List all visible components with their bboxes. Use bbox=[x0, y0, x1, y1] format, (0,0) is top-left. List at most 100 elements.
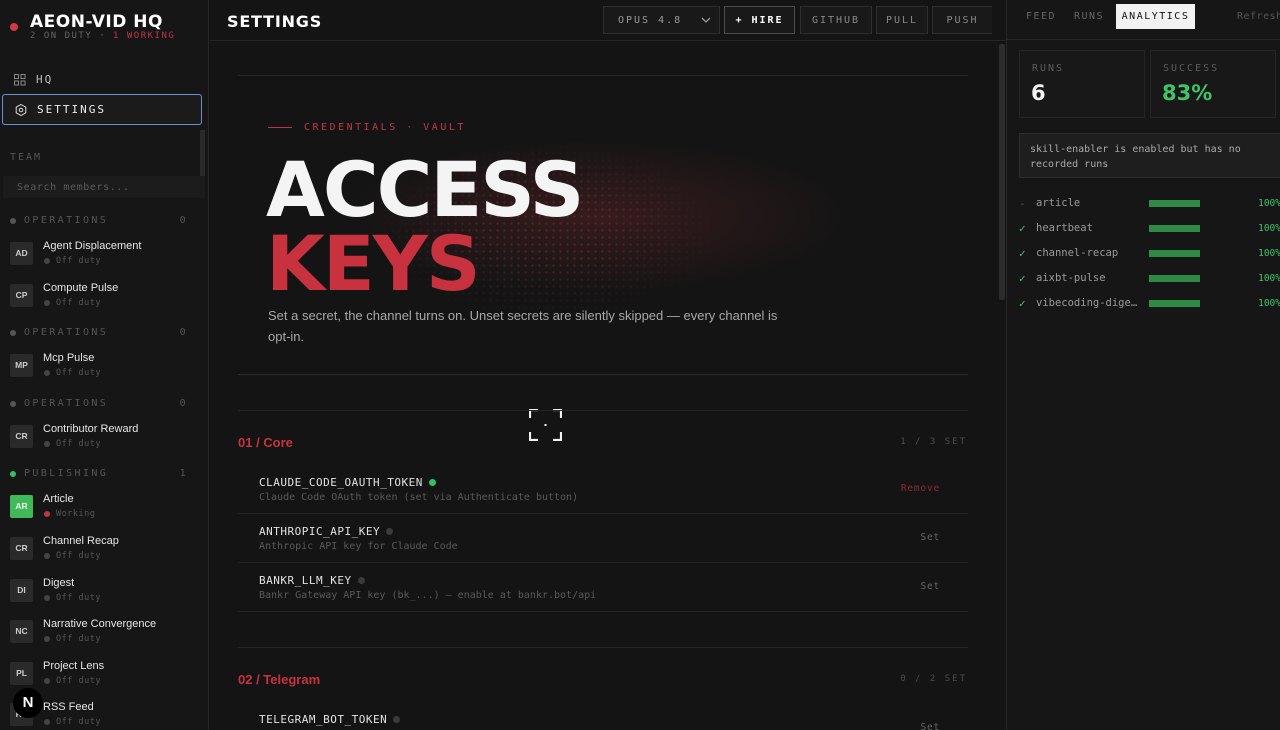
divider bbox=[210, 40, 1005, 41]
sidebar-scrollbar[interactable] bbox=[200, 130, 205, 180]
stat-label: SUCCESS bbox=[1163, 63, 1220, 74]
status-dot bbox=[10, 23, 18, 31]
member-name: Agent Displacement bbox=[43, 240, 142, 252]
section-title: 02 / Telegram bbox=[238, 672, 321, 687]
avatar: MP bbox=[10, 354, 33, 377]
duty-summary: 2 ON DUTY · 1 WORKING bbox=[30, 31, 176, 41]
group-name: OPERATIONS bbox=[24, 327, 109, 338]
success-rate-value: 100% bbox=[1258, 247, 1280, 259]
success-rate-bar bbox=[1149, 249, 1200, 257]
tab-feed[interactable]: FEED bbox=[1022, 4, 1060, 29]
group-status-dot bbox=[10, 217, 16, 224]
skill-row: ✓ channel-recap 100% bbox=[1019, 245, 1280, 261]
member-name: Compute Pulse bbox=[43, 282, 119, 294]
avatar: CR bbox=[10, 537, 33, 560]
nav-hq-label: HQ bbox=[36, 73, 54, 86]
avatar: PL bbox=[10, 662, 33, 685]
skill-name: vibecoding-dige… bbox=[1036, 297, 1138, 309]
main-scrollbar[interactable] bbox=[999, 44, 1005, 300]
member-name: Contributor Reward bbox=[43, 423, 139, 435]
credential-description: Anthropic API key for Claude Code bbox=[259, 541, 458, 552]
nav-hq[interactable]: HQ bbox=[2, 64, 202, 95]
section-set-count: 1 / 3 SET bbox=[900, 437, 967, 447]
divider bbox=[238, 410, 968, 411]
section-set-count: 0 / 2 SET bbox=[900, 674, 967, 684]
check-icon: ✓ bbox=[1019, 271, 1026, 285]
nextjs-badge[interactable]: N bbox=[13, 688, 43, 718]
group-header: OPERATIONS 0 bbox=[10, 398, 188, 409]
group-header: PUBLISHING 1 bbox=[10, 468, 188, 479]
refresh-button[interactable]: Refresh bbox=[1237, 4, 1280, 29]
member-status: Off duty bbox=[44, 676, 101, 686]
on-duty-count: 2 ON DUTY bbox=[30, 31, 93, 41]
member-item[interactable]: CR Channel Recap Off duty bbox=[10, 535, 205, 565]
gear-icon bbox=[15, 103, 27, 116]
group-name: OPERATIONS bbox=[24, 398, 109, 409]
credential-description: Claude Code OAuth token (set via Authent… bbox=[259, 492, 579, 503]
member-item[interactable]: CP Compute Pulse Off duty bbox=[10, 282, 205, 312]
credential-name: ANTHROPIC_API_KEY bbox=[259, 525, 394, 538]
group-header: OPERATIONS 0 bbox=[10, 215, 188, 226]
success-rate-value: 100% bbox=[1258, 222, 1280, 234]
stat-value: 6 bbox=[1031, 81, 1046, 105]
credential-name: TELEGRAM_BOT_TOKEN bbox=[259, 713, 401, 726]
hero-eyebrow: CREDENTIALS · VAULT bbox=[268, 122, 466, 133]
member-name: Narrative Convergence bbox=[43, 618, 157, 630]
set-button[interactable]: Set bbox=[920, 581, 940, 592]
set-button[interactable]: Set bbox=[920, 722, 940, 730]
avatar: CR bbox=[10, 425, 33, 448]
focus-frame-icon[interactable] bbox=[528, 408, 563, 442]
avatar: AD bbox=[10, 242, 33, 265]
member-status: Off duty bbox=[44, 551, 101, 561]
member-item[interactable]: NC Narrative Convergence Off duty bbox=[10, 618, 205, 648]
member-status: Off duty bbox=[44, 256, 101, 266]
nav-settings-label: SETTINGS bbox=[37, 103, 106, 116]
search-members-input[interactable] bbox=[3, 176, 205, 198]
pull-button[interactable]: PULL bbox=[876, 6, 928, 34]
member-item[interactable]: MP Mcp Pulse Off duty bbox=[10, 352, 205, 382]
avatar: AR bbox=[10, 495, 33, 518]
member-item[interactable]: PL Project Lens Off duty bbox=[10, 660, 205, 690]
member-item[interactable]: AD Agent Displacement Off duty bbox=[10, 240, 205, 270]
success-rate-value: 100% bbox=[1258, 272, 1280, 284]
member-item[interactable]: CR Contributor Reward Off duty bbox=[10, 423, 205, 453]
skill-name: heartbeat bbox=[1036, 222, 1093, 234]
set-indicator-dot bbox=[393, 716, 401, 723]
member-item[interactable]: AR Article Working bbox=[10, 493, 205, 523]
notice-message: skill-enabler is enabled but has no reco… bbox=[1019, 133, 1280, 178]
nav-settings[interactable]: SETTINGS bbox=[2, 94, 202, 125]
set-button[interactable]: Set bbox=[920, 532, 940, 543]
divider bbox=[1007, 39, 1280, 40]
brand: AEON-VID HQ bbox=[10, 12, 163, 32]
group-name: PUBLISHING bbox=[24, 468, 109, 479]
success-rate-bar bbox=[1149, 274, 1200, 282]
working-count: 1 WORKING bbox=[113, 31, 176, 41]
check-icon: ✓ bbox=[1019, 246, 1026, 260]
stat-card-runs: RUNS 6 bbox=[1019, 50, 1145, 118]
grid-icon bbox=[14, 73, 26, 86]
hire-button[interactable]: + HIRE bbox=[724, 6, 795, 34]
push-button[interactable]: PUSH bbox=[932, 6, 992, 34]
model-select[interactable]: OPUS 4.8 bbox=[603, 6, 720, 34]
group-count: 0 bbox=[179, 398, 188, 409]
tab-runs[interactable]: RUNS bbox=[1069, 4, 1109, 29]
group-count: 1 bbox=[179, 468, 188, 479]
github-button[interactable]: GITHUB bbox=[800, 6, 872, 34]
group-name: OPERATIONS bbox=[24, 215, 109, 226]
member-status: Off duty bbox=[44, 368, 101, 378]
skill-row: ✓ vibecoding-dige… 100% bbox=[1019, 295, 1280, 311]
stat-value: 83% bbox=[1162, 81, 1213, 105]
set-indicator-dot bbox=[428, 479, 436, 486]
success-rate-bar bbox=[1149, 299, 1200, 307]
section-title: 01 / Core bbox=[238, 435, 293, 450]
member-item[interactable]: DI Digest Off duty bbox=[10, 577, 205, 607]
skill-name: article bbox=[1036, 197, 1081, 209]
remove-button[interactable]: Remove bbox=[901, 483, 940, 494]
sidebar: AEON-VID HQ 2 ON DUTY · 1 WORKING HQ SET… bbox=[0, 0, 209, 730]
member-status: Off duty bbox=[44, 593, 101, 603]
stat-card-success: SUCCESS 83% bbox=[1150, 50, 1276, 118]
skill-name: channel-recap bbox=[1036, 247, 1119, 259]
skill-row: ✓ heartbeat 100% bbox=[1019, 220, 1280, 236]
hero-title-line-1: ACCESS bbox=[266, 145, 584, 234]
tab-analytics[interactable]: ANALYTICS bbox=[1116, 4, 1195, 29]
